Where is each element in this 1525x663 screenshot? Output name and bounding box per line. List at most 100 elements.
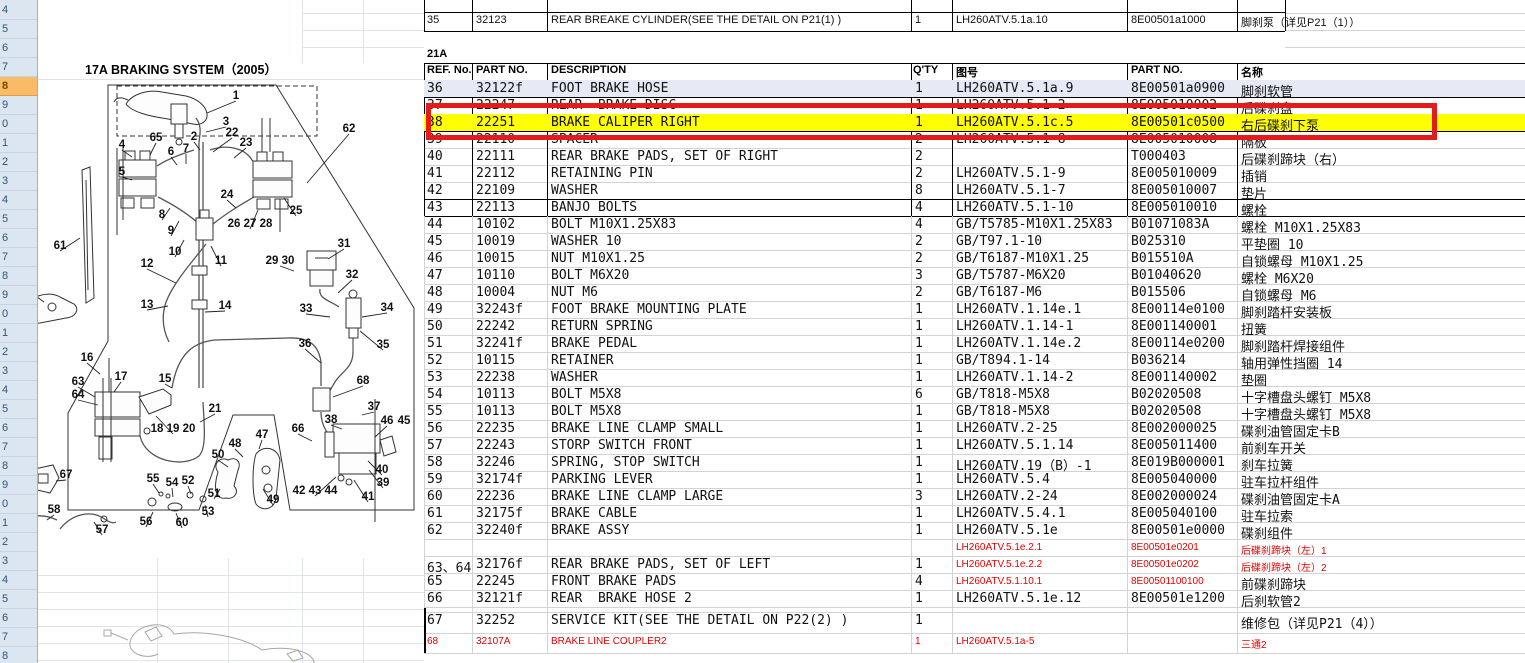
cell-ref[interactable]: 67 — [427, 613, 443, 628]
cell-fig-part[interactable]: 8E00114e0100 — [1131, 302, 1225, 317]
row-header[interactable]: 4 — [0, 1, 37, 20]
cell-part[interactable]: 22243 — [476, 438, 515, 453]
cell-qty[interactable]: 2 — [915, 285, 923, 300]
cell-fig-part[interactable]: B025310 — [1131, 234, 1186, 249]
col-fig-no[interactable]: 图号 — [956, 64, 978, 80]
cell-part[interactable]: 22242 — [476, 319, 515, 334]
cell-desc[interactable]: FRONT BRAKE PADS — [551, 574, 676, 589]
cell-fig-part[interactable]: 8E005040100 — [1131, 506, 1217, 521]
row-header[interactable]: 0 — [0, 115, 37, 134]
cell-part[interactable]: 32246 — [476, 455, 515, 470]
cell-desc[interactable]: BRAKE CABLE — [551, 506, 637, 521]
cell-part[interactable]: 32241f — [476, 336, 523, 351]
cell-ref[interactable]: 41 — [427, 166, 443, 181]
cell-part[interactable]: 10115 — [476, 353, 515, 368]
cell-qty[interactable]: 1 — [915, 14, 921, 26]
cell-fig[interactable]: LH260ATV.5.1e.2.1 — [956, 542, 1042, 553]
cell-desc[interactable]: STORP SWITCH FRONT — [551, 438, 692, 453]
cell-fig-part[interactable]: B036214 — [1131, 353, 1186, 368]
row-header[interactable]: 1 — [0, 134, 37, 153]
col-qty[interactable]: Q'TY — [913, 64, 938, 76]
row-header[interactable]: 5 — [0, 400, 37, 419]
cell-qty[interactable]: 8 — [915, 183, 923, 198]
cell-part[interactable]: 22245 — [476, 574, 515, 589]
cell-ref[interactable]: 59 — [427, 472, 443, 487]
cell-fig[interactable]: GB/T97.1-10 — [956, 234, 1042, 249]
cell-desc[interactable]: SERVICE KIT(SEE THE DETAIL ON P22(2) ) — [551, 613, 848, 628]
col-name[interactable]: 名称 — [1241, 64, 1263, 80]
cell-ref[interactable]: 43 — [427, 200, 443, 215]
row-header[interactable]: 8 — [0, 77, 37, 96]
row-header[interactable]: 7 — [0, 438, 37, 457]
row-header[interactable]: 4 — [0, 381, 37, 400]
cell-ref[interactable]: 49 — [427, 302, 443, 317]
section-label[interactable]: 21A — [427, 48, 447, 60]
cell-desc[interactable]: BOLT M6X20 — [551, 268, 629, 283]
cell-desc[interactable]: RETAINER — [551, 353, 614, 368]
cell-desc[interactable]: BRAKE LINE COUPLER2 — [551, 636, 667, 647]
cell-part[interactable]: 22113 — [476, 200, 515, 215]
cell-fig-part[interactable]: 8E00114e0200 — [1131, 336, 1225, 351]
cell-fig-part[interactable]: 8E005040000 — [1131, 472, 1217, 487]
row-header-strip[interactable]: 456789012345678901234567890123456789 — [0, 0, 38, 663]
cell-desc[interactable]: NUT M10X1.25 — [551, 251, 645, 266]
cell-qty[interactable]: 1 — [915, 636, 921, 647]
cell-part[interactable]: 32240f — [476, 523, 523, 538]
cell-part[interactable]: 32175f — [476, 506, 523, 521]
cell-qty[interactable]: 1 — [915, 613, 923, 628]
cell-fig[interactable]: LH260ATV.5.1a.10 — [956, 14, 1048, 26]
cell-desc[interactable]: SPRING, STOP SWITCH — [551, 455, 700, 470]
cell-qty[interactable]: 1 — [915, 81, 923, 96]
cell-qty[interactable]: 1 — [915, 336, 923, 351]
cell-desc[interactable]: BRAKE PEDAL — [551, 336, 637, 351]
cell-name[interactable]: 后碟刹蹄块（左）2 — [1241, 559, 1327, 574]
cell-fig-part[interactable]: 8E001140001 — [1131, 319, 1217, 334]
cell-part[interactable]: 10015 — [476, 251, 515, 266]
cell-ref[interactable]: 48 — [427, 285, 443, 300]
cell-part[interactable]: 10113 — [476, 387, 515, 402]
cell-fig[interactable]: LH260ATV.5.4.1 — [956, 506, 1066, 521]
cell-desc[interactable]: BOLT M5X8 — [551, 387, 621, 402]
cell-fig[interactable]: LH260ATV.2-25 — [956, 421, 1058, 436]
row-header[interactable]: 5 — [0, 20, 37, 39]
cell-ref[interactable]: 45 — [427, 234, 443, 249]
row-header[interactable]: 4 — [0, 191, 37, 210]
cell-fig[interactable]: LH260ATV.1.14e.2 — [956, 336, 1081, 351]
cell-name[interactable]: 后刹软管2 — [1241, 591, 1301, 610]
cell-desc[interactable]: BOLT M10X1.25X83 — [551, 217, 676, 232]
cell-qty[interactable]: 4 — [915, 574, 923, 589]
cell-desc[interactable]: FOOT BRAKE HOSE — [551, 81, 668, 96]
cell-fig[interactable]: GB/T818-M5X8 — [956, 387, 1050, 402]
cell-part[interactable]: 10019 — [476, 234, 515, 249]
cell-fig-part[interactable]: B02020508 — [1131, 387, 1201, 402]
cell-qty[interactable]: 1 — [915, 523, 923, 538]
cell-part[interactable]: 10004 — [476, 285, 515, 300]
row-header[interactable]: 6 — [0, 609, 37, 628]
cell-part[interactable]: 22235 — [476, 421, 515, 436]
cell-desc[interactable]: BRAKE LINE CLAMP LARGE — [551, 489, 723, 504]
cell-fig[interactable]: LH260ATV.5.1-9 — [956, 166, 1066, 181]
cell-part[interactable]: 10102 — [476, 217, 515, 232]
cell-qty[interactable]: 1 — [915, 506, 923, 521]
cell-ref[interactable]: 46 — [427, 251, 443, 266]
cell-name[interactable]: 后碟刹蹄块（左）1 — [1241, 542, 1327, 557]
cell-part[interactable]: 32122f — [476, 81, 523, 96]
row-header[interactable]: 8 — [0, 457, 37, 476]
cell-desc[interactable]: WASHER 10 — [551, 234, 621, 249]
cell-ref[interactable]: 65 — [427, 574, 443, 589]
cell-desc[interactable]: RETURN SPRING — [551, 319, 653, 334]
cell-desc[interactable]: RETAINING PIN — [551, 166, 653, 181]
cell-qty[interactable]: 1 — [915, 421, 923, 436]
cell-qty[interactable]: 2 — [915, 166, 923, 181]
cell-ref[interactable]: 52 — [427, 353, 443, 368]
row-header[interactable]: 8 — [0, 647, 37, 663]
cell-fig-part[interactable]: 8E019B000001 — [1131, 455, 1225, 470]
cell-fig-part[interactable]: 8E005011400 — [1131, 438, 1217, 453]
cell-desc[interactable]: REAR BRAKE PADS, SET OF RIGHT — [551, 149, 778, 164]
cell-ref[interactable]: 60 — [427, 489, 443, 504]
cell-fig-part[interactable]: 8E005010007 — [1131, 183, 1217, 198]
cell-desc[interactable]: NUT M6 — [551, 285, 598, 300]
cell-fig-part[interactable]: 8E00501a0900 — [1131, 81, 1225, 96]
cell-fig[interactable]: LH260ATV.5.1.14 — [956, 438, 1073, 453]
cell-fig[interactable]: GB/T894.1-14 — [956, 353, 1050, 368]
